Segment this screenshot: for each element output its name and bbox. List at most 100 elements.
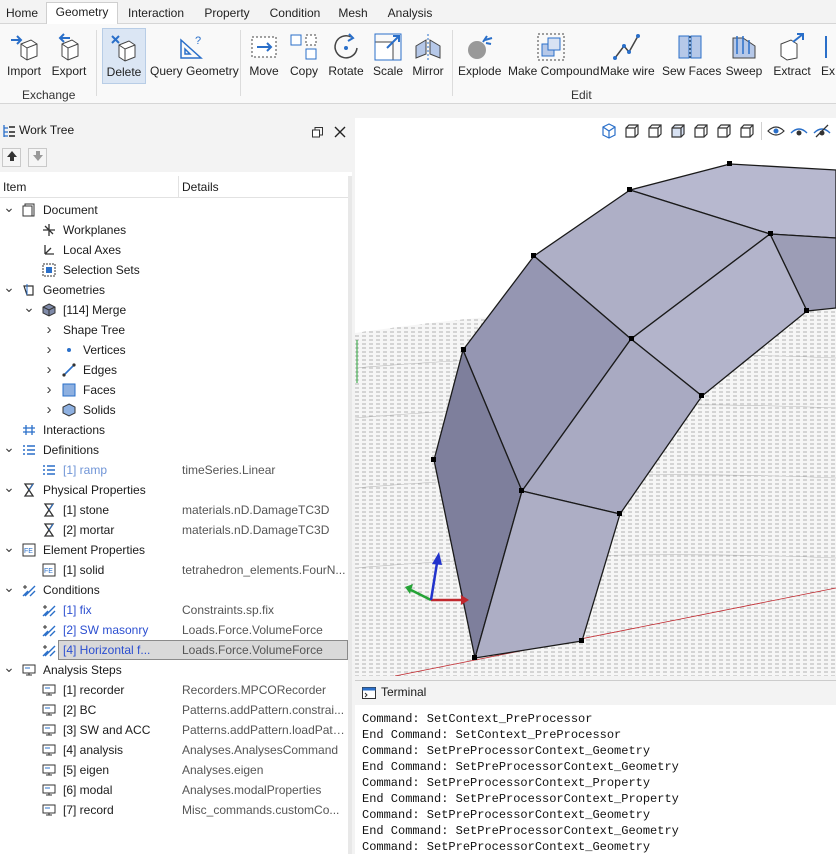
mirror-button[interactable]: Mirror (408, 28, 448, 84)
tree-row[interactable]: › Shape Tree (0, 320, 348, 340)
float-panel-icon[interactable] (312, 127, 323, 138)
expand-arrow-icon[interactable]: › (43, 400, 55, 420)
tree-row-label: [1] recorder (63, 683, 125, 697)
tree-row[interactable]: Interactions (0, 420, 348, 440)
sew-faces-button[interactable]: Sew Faces (662, 28, 721, 84)
terminal-line: End Command: SetPreProcessorContext_Geom… (362, 824, 679, 838)
tree-list-icon (43, 465, 55, 475)
copy-label: Copy (289, 64, 318, 78)
move-up-button[interactable] (2, 148, 21, 167)
tree-row[interactable]: › Vertices (0, 340, 348, 360)
sweep-button[interactable]: Sweep (724, 28, 764, 84)
collapse-arrow-icon[interactable]: ⌄ (3, 537, 15, 557)
tree-row[interactable]: ⌄ Document (0, 197, 348, 220)
export-button[interactable]: Export (48, 28, 90, 84)
tree-row[interactable]: [2] SW masonry Loads.Force.VolumeForce (0, 620, 348, 640)
scale-button[interactable]: Scale (370, 28, 406, 84)
tab-property[interactable]: Property (195, 4, 259, 24)
work-tree-title: Work Tree (19, 123, 75, 137)
tree-row[interactable]: [1] ramp timeSeries.Linear (0, 460, 348, 480)
tree-row[interactable]: › Solids (0, 400, 348, 420)
tree-row[interactable]: ⌄ [114] Merge (0, 297, 348, 320)
tree-row[interactable]: [1] fix Constraints.sp.fix (0, 600, 348, 620)
tree-row[interactable]: FE [1] solid tetrahedron_elements.FourN... (0, 560, 348, 580)
close-icon[interactable] (334, 126, 346, 138)
tree-row[interactable]: ⌄ Conditions (0, 577, 348, 600)
expand-arrow-icon[interactable]: › (43, 380, 55, 400)
tab-condition[interactable]: Condition (263, 4, 327, 24)
tree-row[interactable]: [3] SW and ACC Patterns.addPattern.loadPa… (0, 720, 348, 740)
collapse-arrow-icon[interactable]: ⌄ (23, 297, 35, 317)
extract-button[interactable]: Extract (770, 28, 814, 84)
move-down-button[interactable] (28, 148, 47, 167)
column-item[interactable]: Item (3, 180, 26, 194)
import-button[interactable]: Import (4, 28, 44, 84)
expand-arrow-icon[interactable]: › (43, 320, 55, 340)
ex-icon (825, 36, 827, 58)
collapse-arrow-icon[interactable]: ⌄ (3, 477, 15, 497)
move-button[interactable]: Move (246, 28, 282, 84)
tab-interaction[interactable]: Interaction (121, 4, 191, 24)
tree-row[interactable]: [1] stone materials.nD.DamageTC3D (0, 500, 348, 520)
tree-column-header: Item Details (0, 176, 348, 198)
tree-vert-icon (67, 348, 71, 352)
tree-row[interactable]: Selection Sets (0, 260, 348, 280)
tree-row[interactable]: › Faces (0, 380, 348, 400)
tree-mon-icon (42, 784, 56, 796)
tree-row[interactable]: [4] Horizontal f... Loads.Force.VolumeFor… (0, 640, 348, 660)
tree-row[interactable]: [7] record Misc_commands.customCo... (0, 800, 348, 820)
move-icon (251, 36, 277, 58)
tree-mon-icon (42, 744, 56, 756)
model-canvas[interactable] (355, 118, 836, 676)
tree-row[interactable]: [5] eigen Analyses.eigen (0, 760, 348, 780)
tree-row[interactable]: › Edges (0, 360, 348, 380)
query-geometry-button[interactable]: ? Query Geometry (150, 28, 239, 84)
column-divider[interactable] (178, 176, 179, 198)
mirror-label: Mirror (412, 64, 444, 78)
explode-button[interactable]: Explode (458, 28, 501, 84)
tree-row-label: Local Axes (63, 243, 122, 257)
tree-row[interactable]: Local Axes (0, 240, 348, 260)
collapse-arrow-icon[interactable]: ⌄ (3, 577, 15, 597)
tree-row[interactable]: ⌄ Definitions (0, 437, 348, 460)
tree-row-label: [1] stone (63, 503, 110, 517)
tree-scrollbar[interactable] (348, 176, 352, 854)
tree-row[interactable]: Workplanes (0, 220, 348, 240)
tree-row[interactable]: ⌄ Analysis Steps (0, 657, 348, 680)
expand-arrow-icon[interactable]: › (43, 340, 55, 360)
arrow-down-icon (32, 151, 43, 161)
rotate-button[interactable]: Rotate (326, 28, 366, 84)
copy-button[interactable]: Copy (286, 28, 322, 84)
collapse-arrow-icon[interactable]: ⌄ (3, 657, 15, 677)
tree-row[interactable]: ⌄ Geometries (0, 277, 348, 300)
tree-row-details: Analyses.AnalysesCommand (182, 743, 339, 757)
collapse-arrow-icon[interactable]: ⌄ (3, 277, 15, 297)
tab-mesh[interactable]: Mesh (331, 4, 375, 24)
tab-geometry[interactable]: Geometry (46, 2, 118, 25)
tree-row[interactable]: [1] recorder Recorders.MPCORecorder (0, 680, 348, 700)
3d-viewport[interactable] (355, 118, 836, 676)
tree-row-details: Patterns.addPattern.constrai... (182, 703, 345, 717)
tree-wp-icon (43, 224, 55, 236)
column-details[interactable]: Details (182, 180, 219, 194)
tab-analysis[interactable]: Analysis (380, 4, 440, 24)
tree-row[interactable]: ⌄ Physical Properties (0, 477, 348, 500)
expand-arrow-icon[interactable]: › (43, 360, 55, 380)
collapse-arrow-icon[interactable]: ⌄ (3, 197, 15, 217)
collapse-arrow-icon[interactable]: ⌄ (3, 437, 15, 457)
tab-home[interactable]: Home (2, 4, 42, 24)
tree-sel-icon (42, 263, 56, 277)
make-wire-button[interactable]: Make wire (600, 28, 655, 84)
tree-row[interactable]: [2] mortar materials.nD.DamageTC3D (0, 520, 348, 540)
make-compound-label: Make Compound (508, 64, 600, 78)
tree-row[interactable]: [2] BC Patterns.addPattern.constrai... (0, 700, 348, 720)
tree-row[interactable]: [6] modal Analyses.modalProperties (0, 780, 348, 800)
make-compound-button[interactable]: Make Compound (508, 28, 600, 84)
ex-button[interactable]: Ex (820, 28, 836, 84)
tree-row-details: materials.nD.DamageTC3D (182, 503, 330, 517)
tree-row-label: [114] Merge (63, 303, 127, 317)
tree-row[interactable]: [4] analysis Analyses.AnalysesCommand (0, 740, 348, 760)
scale-label: Scale (372, 64, 404, 78)
delete-button[interactable]: Delete (102, 28, 146, 84)
tree-row[interactable]: ⌄ FE Element Properties (0, 537, 348, 560)
